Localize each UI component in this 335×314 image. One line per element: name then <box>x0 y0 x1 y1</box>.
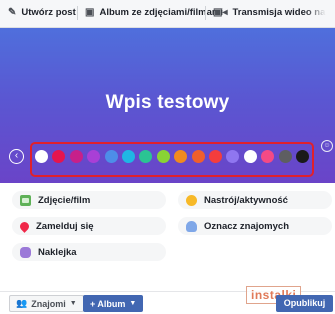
option-photo-video-label: Zdjęcie/film <box>38 194 91 206</box>
option-feeling-activity[interactable]: Nastrój/aktywność <box>178 191 332 209</box>
location-pin-icon <box>18 219 31 233</box>
chevron-down-icon: ▼ <box>129 300 137 307</box>
composer-tabs: ✎ Utwórz post ▣ Album ze zdjęciami/filma… <box>0 0 335 28</box>
album-icon: ▣ <box>85 7 95 18</box>
album-button[interactable]: + Album ▼ <box>83 295 144 312</box>
audience-label: Znajomi <box>31 298 66 309</box>
tag-friends-icon <box>186 220 197 232</box>
palette-collapse-icon[interactable]: ‹ <box>9 149 24 164</box>
option-sticker-label: Naklejka <box>38 246 77 258</box>
option-feeling-activity-label: Nastrój/aktywność <box>204 194 288 206</box>
option-tag-friends[interactable]: Oznacz znajomych <box>178 217 332 235</box>
option-check-in-label: Zamelduj się <box>36 220 94 232</box>
option-sticker[interactable]: Naklejka <box>12 243 166 261</box>
live-video-icon: ▣◂ <box>213 7 228 18</box>
album-button-label: + Album <box>90 298 126 309</box>
chevron-down-icon: ▼ <box>69 300 77 307</box>
pencil-icon: ✎ <box>8 7 17 18</box>
tabs-overflow-fade <box>305 0 335 27</box>
sticker-icon <box>20 246 31 258</box>
audience-selector[interactable]: 👥 Znajomi ▼ <box>9 295 84 312</box>
tab-divider <box>205 6 206 20</box>
emoji-icon[interactable]: ☺ <box>321 140 333 152</box>
highlight-frame <box>30 142 314 177</box>
photo-icon <box>20 194 31 206</box>
option-check-in[interactable]: Zamelduj się <box>12 217 166 235</box>
tab-create-post[interactable]: ✎ Utwórz post <box>8 7 76 18</box>
tab-create-post-label: Utwórz post <box>21 7 76 18</box>
feeling-icon <box>186 194 197 206</box>
post-text[interactable]: Wpis testowy <box>0 92 335 114</box>
option-tag-friends-label: Oznacz znajomych <box>204 220 289 232</box>
friends-icon: 👥 <box>16 298 28 308</box>
tab-photo-album[interactable]: ▣ Album ze zdjęciami/filmami <box>85 7 223 18</box>
option-photo-video[interactable]: Zdjęcie/film <box>12 191 166 209</box>
tab-divider <box>77 6 78 20</box>
publish-button[interactable]: Opublikuj <box>276 295 333 312</box>
